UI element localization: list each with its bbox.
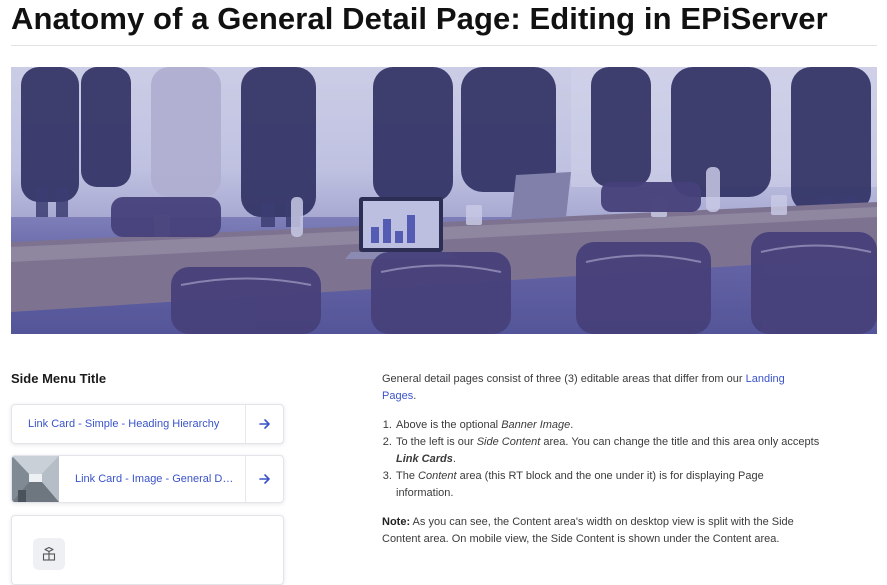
- link-card-arrow-button[interactable]: [245, 405, 283, 443]
- areas-list: Above is the optional Banner Image. To t…: [382, 417, 822, 502]
- box-icon: [33, 538, 65, 570]
- title-divider: [11, 45, 877, 46]
- arrow-right-icon: [258, 474, 270, 484]
- arrow-right-icon: [258, 419, 270, 429]
- list-text: To the left is our: [396, 436, 477, 448]
- banner-image: [11, 67, 877, 334]
- note-label: Note:: [382, 516, 411, 528]
- intro-paragraph: General detail pages consist of three (3…: [382, 371, 822, 405]
- list-emphasis: Content: [418, 470, 457, 482]
- list-item: Above is the optional Banner Image.: [395, 417, 822, 434]
- list-item: The Content area (this RT block and the …: [395, 468, 822, 502]
- list-text: .: [570, 419, 574, 431]
- banner-illustration: [11, 67, 877, 334]
- intro-suffix: .: [413, 390, 417, 402]
- link-card-arrow-button[interactable]: [245, 456, 283, 502]
- link-card-simple[interactable]: Link Card - Simple - Heading Hierarchy: [11, 404, 284, 444]
- page-title: Anatomy of a General Detail Page: Editin…: [11, 1, 828, 36]
- link-card-thumbnail: [12, 456, 59, 502]
- list-item: To the left is our Side Content area. Yo…: [395, 434, 822, 468]
- list-text: The: [396, 470, 419, 482]
- intro-text: General detail pages consist of three (3…: [382, 373, 746, 385]
- link-card-icon[interactable]: [11, 515, 284, 585]
- list-emphasis: Side Content: [476, 436, 541, 448]
- list-text: .: [452, 453, 456, 465]
- list-emphasis: Banner Image: [501, 419, 571, 431]
- side-menu-title: Side Menu Title: [11, 371, 107, 386]
- content-area: General detail pages consist of three (3…: [382, 371, 822, 548]
- list-strong-emphasis: Link Cards: [396, 453, 453, 465]
- note-text: As you can see, the Content area's width…: [382, 516, 794, 545]
- link-card-image[interactable]: Link Card - Image - General Detail Page: [11, 455, 284, 503]
- list-text: area. You can change the title and this …: [540, 436, 820, 448]
- list-text: Above is the optional: [396, 419, 502, 431]
- link-card-label[interactable]: Link Card - Simple - Heading Hierarchy: [28, 418, 219, 430]
- note-paragraph: Note: As you can see, the Content area's…: [382, 514, 822, 548]
- link-card-label[interactable]: Link Card - Image - General Detail Page: [75, 473, 235, 485]
